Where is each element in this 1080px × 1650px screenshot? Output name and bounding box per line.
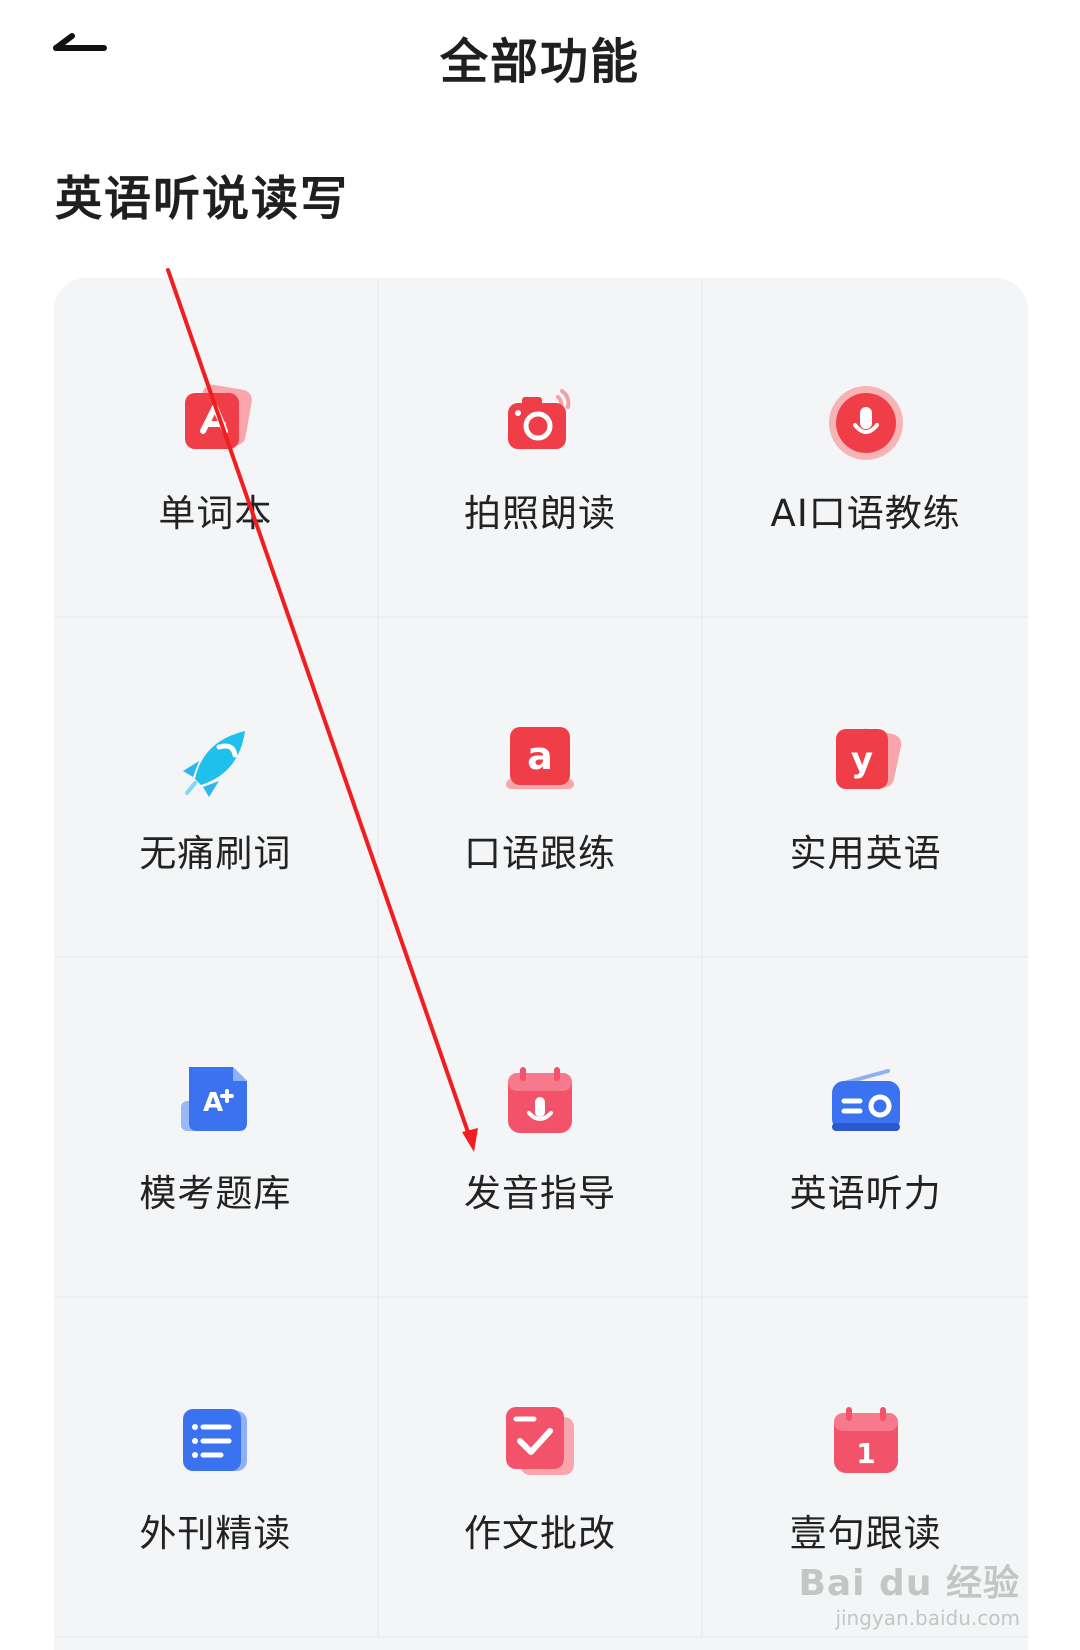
- checkmark-card-icon: [505, 1407, 574, 1475]
- watermark-logo: Bai du 经验: [798, 1563, 1020, 1604]
- letter-a-book-icon: a: [505, 727, 574, 789]
- feature-label: 拍照朗读: [463, 492, 616, 535]
- camera-read-icon: [507, 389, 571, 449]
- svg-text:A: A: [203, 1088, 223, 1118]
- feature-essay-correction[interactable]: 作文批改: [378, 1298, 704, 1638]
- article-list-icon: [183, 1409, 248, 1471]
- vocabulary-book-icon: [185, 384, 253, 449]
- feature-english-listening[interactable]: 英语听力: [703, 958, 1028, 1298]
- feature-label: AI口语教练: [770, 492, 961, 535]
- feature-label: 作文批改: [463, 1512, 616, 1555]
- calendar-microphone-icon: [507, 1067, 572, 1133]
- feature-label: 实用英语: [789, 832, 942, 875]
- feature-label: 模考题库: [139, 1172, 292, 1215]
- feature-label: 壹句跟读: [789, 1512, 942, 1555]
- feature-pronunciation-guide[interactable]: 发音指导: [378, 958, 704, 1298]
- feature-painless-vocab[interactable]: 无痛刷词: [54, 618, 379, 958]
- feature-label: 单词本: [158, 492, 273, 535]
- feature-foreign-journal-reading[interactable]: 外刊精读: [54, 1298, 379, 1638]
- header-bar: 全部功能: [0, 0, 1080, 110]
- radio-icon: [831, 1069, 900, 1131]
- microphone-icon: [828, 386, 903, 460]
- svg-text:1: 1: [856, 1437, 875, 1470]
- feature-vocabulary-book[interactable]: 单词本: [54, 278, 379, 618]
- feature-label: 发音指导: [463, 1172, 616, 1215]
- letter-y-card-icon: y: [835, 728, 901, 789]
- feature-label: 无痛刷词: [139, 832, 292, 875]
- svg-text:y: y: [851, 740, 873, 780]
- page-title: 全部功能: [439, 34, 640, 90]
- section-title: 英语听说读写: [55, 172, 349, 227]
- watermark: Bai du 经验 jingyan.baidu.com: [798, 1554, 1020, 1630]
- feature-mock-exam-bank[interactable]: A 模考题库: [54, 958, 379, 1298]
- feature-ai-speaking-coach[interactable]: AI口语教练: [703, 278, 1028, 618]
- feature-label: 口语跟练: [463, 832, 616, 875]
- svg-text:a: a: [527, 734, 553, 778]
- a-plus-document-icon: A: [181, 1067, 248, 1131]
- feature-grid: 单词本 拍照朗读 AI口语教练 无痛刷词 a 口语跟练 y 实用英语 A 模考题…: [54, 278, 1028, 1650]
- rocket-icon: [183, 731, 246, 797]
- feature-label: 英语听力: [789, 1172, 942, 1215]
- feature-camera-read[interactable]: 拍照朗读: [378, 278, 704, 618]
- calendar-one-icon: 1: [833, 1407, 898, 1473]
- feature-practical-english[interactable]: y 实用英语: [703, 618, 1028, 958]
- feature-speaking-practice[interactable]: a 口语跟练: [378, 618, 704, 958]
- watermark-url: jingyan.baidu.com: [835, 1606, 1020, 1630]
- feature-label: 外刊精读: [139, 1512, 292, 1555]
